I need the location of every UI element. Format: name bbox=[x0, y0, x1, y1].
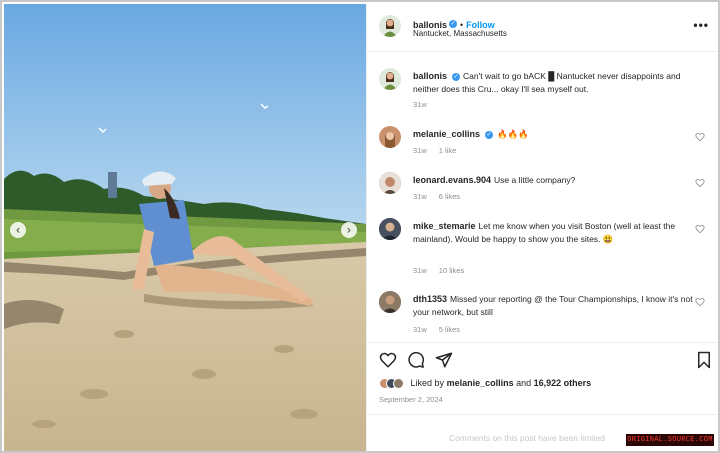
caption-meta: 31w bbox=[413, 100, 439, 109]
post-header: ballonis ✓ • Follow Nantucket, Massachusett… bbox=[367, 4, 718, 52]
comment-item: melanie_collins ✓ 🔥🔥🔥 31w 1 like bbox=[379, 126, 709, 160]
likes-others-count[interactable]: 16,922 others bbox=[534, 378, 592, 388]
comment-likes[interactable]: 6 likes bbox=[439, 192, 460, 201]
avatar-image bbox=[379, 218, 401, 240]
author-avatar[interactable] bbox=[379, 15, 401, 37]
comment-text-block: leonard.evans.904 Use a little company? bbox=[413, 174, 703, 187]
like-comment-heart-icon[interactable] bbox=[695, 224, 705, 234]
post-photo[interactable]: ‹ › bbox=[4, 4, 366, 451]
caption-time: 31w bbox=[413, 100, 427, 109]
liker-avatar bbox=[393, 378, 404, 390]
commenter-avatar[interactable] bbox=[379, 291, 401, 313]
comment-text-block: dth1353 Missed your reporting @ the Tour … bbox=[413, 293, 703, 319]
comment-time: 31w bbox=[413, 325, 427, 334]
commenter-avatar[interactable] bbox=[379, 218, 401, 240]
more-options-icon[interactable]: ••• bbox=[693, 18, 709, 32]
carousel-prev-button[interactable]: ‹ bbox=[10, 222, 26, 238]
comment-text: 🔥🔥🔥 bbox=[497, 129, 529, 139]
verified-badge-icon: ✓ bbox=[449, 19, 458, 28]
verified-badge-icon: ✓ bbox=[452, 72, 461, 81]
likes-summary: Liked by melanie_collins and 16,922 othe… bbox=[379, 378, 592, 390]
commenter-avatar[interactable] bbox=[379, 172, 401, 194]
comment-text-block: melanie_collins ✓ 🔥🔥🔥 bbox=[413, 128, 703, 141]
comment-text: Use a little company? bbox=[494, 175, 576, 185]
verified-badge-icon: ✓ bbox=[485, 130, 494, 139]
save-bookmark-icon[interactable] bbox=[695, 351, 713, 369]
share-send-icon[interactable] bbox=[435, 351, 453, 369]
comment-username[interactable]: mike_stemarie bbox=[413, 221, 476, 231]
post-caption: ballonis ✓ Can't wait to go bACK █ Nantuck… bbox=[379, 68, 709, 112]
comment-text: Missed your reporting @ the Tour Champio… bbox=[413, 294, 693, 317]
avatar-image bbox=[379, 172, 401, 194]
like-comment-heart-icon[interactable] bbox=[695, 178, 705, 188]
avatar-image bbox=[383, 72, 397, 90]
beach-photo bbox=[4, 4, 366, 451]
comment-item: dth1353 Missed your reporting @ the Tour … bbox=[379, 291, 709, 337]
comment-username[interactable]: melanie_collins bbox=[413, 129, 480, 139]
like-heart-icon[interactable] bbox=[379, 351, 397, 369]
caption-username[interactable]: ballonis bbox=[413, 71, 447, 81]
caption-avatar[interactable] bbox=[379, 68, 401, 90]
post-location[interactable]: Nantucket, Massachusetts bbox=[413, 29, 507, 38]
carousel-next-button[interactable]: › bbox=[341, 222, 357, 238]
comment-likes[interactable]: 10 likes bbox=[439, 266, 464, 275]
caption-text-block: ballonis ✓ Can't wait to go bACK █ Nantuck… bbox=[413, 70, 703, 96]
comment-item: mike_stemarie Let me know when you visit … bbox=[379, 218, 709, 278]
like-comment-heart-icon[interactable] bbox=[695, 297, 705, 307]
avatar-image bbox=[385, 132, 395, 148]
comment-username[interactable]: dth1353 bbox=[413, 294, 447, 304]
comment-meta: 31w 10 likes bbox=[413, 266, 476, 275]
avatar-image bbox=[383, 19, 397, 37]
comment-item: leonard.evans.904 Use a little company? 3… bbox=[379, 172, 709, 206]
comment-likes[interactable]: 5 likes bbox=[439, 325, 460, 334]
liked-by-and: and bbox=[516, 378, 532, 388]
comment-username[interactable]: leonard.evans.904 bbox=[413, 175, 491, 185]
comment-time: 31w bbox=[413, 146, 427, 155]
post-actions-bar bbox=[367, 342, 718, 372]
avatar-image bbox=[379, 291, 401, 313]
divider bbox=[367, 414, 718, 415]
comments-limited-notice: Comments on this post have been limited bbox=[449, 433, 605, 443]
commenter-avatar[interactable] bbox=[379, 126, 401, 148]
post-date: September 2, 2024 bbox=[379, 395, 443, 404]
watermark-label: ORIGINAL.SOURCE.COM bbox=[626, 434, 714, 446]
liked-by-prefix: Liked by bbox=[410, 378, 445, 388]
comment-bubble-icon[interactable] bbox=[407, 351, 425, 369]
comment-likes[interactable]: 1 like bbox=[439, 146, 457, 155]
comment-time: 31w bbox=[413, 266, 427, 275]
post-details-panel: ballonis ✓ • Follow Nantucket, Massachusett… bbox=[366, 4, 718, 451]
comment-meta: 31w 5 likes bbox=[413, 325, 472, 334]
comment-text-block: mike_stemarie Let me know when you visit … bbox=[413, 220, 703, 246]
comment-meta: 31w 1 like bbox=[413, 146, 468, 155]
like-comment-heart-icon[interactable] bbox=[695, 132, 705, 142]
liked-by-username[interactable]: melanie_collins bbox=[447, 378, 514, 388]
comment-meta: 31w 6 likes bbox=[413, 192, 472, 201]
post-window: ‹ › ballonis ✓ • Follow Nantucket, Massachu… bbox=[0, 0, 720, 453]
comment-time: 31w bbox=[413, 192, 427, 201]
